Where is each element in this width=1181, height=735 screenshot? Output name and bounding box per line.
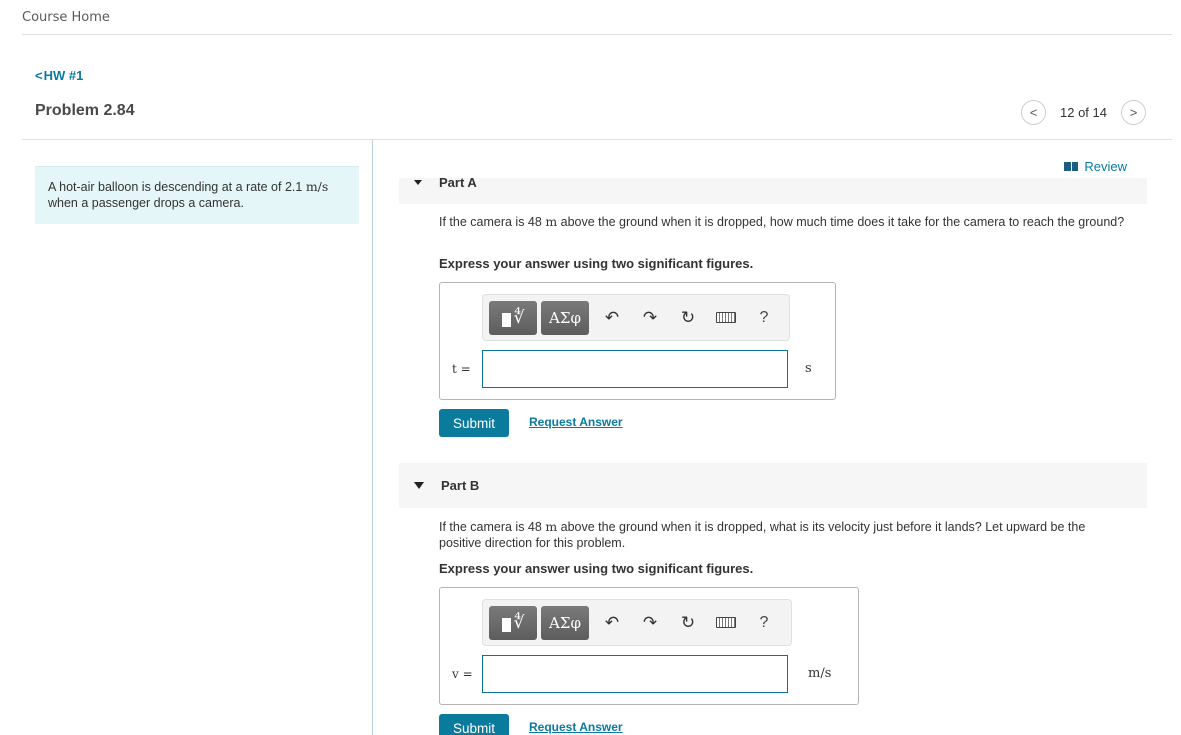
answer-unit: s <box>805 361 812 376</box>
keyboard-icon <box>716 617 736 628</box>
undo-icon: ↶ <box>604 612 620 632</box>
root-icon: ∜ <box>513 612 525 633</box>
part-b-answer-box: ∜ ΑΣφ ↶ ↷ ↻ ? v = m/s <box>439 587 859 705</box>
question-unit: m <box>545 214 558 229</box>
review-link[interactable]: Review <box>1064 159 1127 174</box>
problem-pager: < 12 of 14 > <box>1021 100 1146 125</box>
part-b-request-answer-link[interactable]: Request Answer <box>529 720 623 734</box>
redo-icon: ↷ <box>642 307 658 327</box>
back-to-assignment-link[interactable]: < HW #1 <box>35 68 83 83</box>
reset-button[interactable]: ↻ <box>669 301 707 335</box>
block-icon <box>501 312 511 327</box>
help-button[interactable]: ? <box>745 301 783 335</box>
keyboard-icon <box>716 312 736 323</box>
next-problem-button[interactable]: > <box>1121 100 1146 125</box>
part-b-submit-button[interactable]: Submit <box>439 714 509 735</box>
part-b-header[interactable]: Part B <box>399 463 1147 508</box>
divider <box>22 34 1172 35</box>
root-icon: ∜ <box>513 307 525 328</box>
book-icon <box>1064 162 1079 171</box>
redo-icon: ↷ <box>642 612 658 632</box>
collapse-triangle-icon <box>414 482 424 489</box>
part-a-header[interactable]: Part A <box>399 178 1147 204</box>
question-text: If the camera is 48 <box>439 520 546 534</box>
help-button[interactable]: ? <box>745 606 783 640</box>
part-a-answer-box: ∜ ΑΣφ ↶ ↷ ↻ ? t = s <box>439 282 836 400</box>
back-link-label: HW #1 <box>43 68 84 83</box>
block-icon <box>501 617 511 632</box>
symbols-button[interactable]: ΑΣφ <box>541 300 589 335</box>
math-toolbar: ∜ ΑΣφ ↶ ↷ ↻ ? <box>482 294 790 341</box>
intro-unit: m/s <box>305 179 329 194</box>
review-label: Review <box>1084 159 1127 174</box>
redo-button[interactable]: ↷ <box>631 606 669 640</box>
variable-label: v = <box>452 667 473 681</box>
intro-text-continued: when a passenger drops a camera. <box>48 196 244 210</box>
divider <box>22 139 1172 140</box>
reset-icon: ↻ <box>680 307 696 327</box>
help-icon: ? <box>759 308 769 326</box>
part-a-question: If the camera is 48 m above the ground w… <box>439 214 1129 230</box>
undo-button[interactable]: ↶ <box>593 606 631 640</box>
part-a-label: Part A <box>439 178 477 190</box>
chevron-left-icon: < <box>1029 105 1038 120</box>
redo-button[interactable]: ↷ <box>631 301 669 335</box>
problem-title: Problem 2.84 <box>35 102 135 119</box>
problem-count: 12 of 14 <box>1060 105 1107 120</box>
keyboard-button[interactable] <box>707 606 745 640</box>
undo-button[interactable]: ↶ <box>593 301 631 335</box>
part-b-instruction: Express your answer using two significan… <box>439 561 754 576</box>
reset-button[interactable]: ↻ <box>669 606 707 640</box>
part-b-question: If the camera is 48 m above the ground w… <box>439 519 1129 551</box>
math-toolbar: ∜ ΑΣφ ↶ ↷ ↻ ? <box>482 599 792 646</box>
symbols-button[interactable]: ΑΣφ <box>541 605 589 640</box>
undo-icon: ↶ <box>604 307 620 327</box>
help-icon: ? <box>759 613 769 631</box>
intro-text: A hot-air balloon is descending at a rat… <box>48 180 306 194</box>
column-divider <box>372 140 373 735</box>
answer-unit: m/s <box>808 666 832 681</box>
variable-label: t = <box>452 362 471 376</box>
part-a-answer-input[interactable] <box>482 350 788 388</box>
part-b-answer-input[interactable] <box>482 655 788 693</box>
reset-icon: ↻ <box>680 612 696 632</box>
course-home-link[interactable]: Course Home <box>22 10 110 25</box>
part-a-instruction: Express your answer using two significan… <box>439 256 754 271</box>
part-a-request-answer-link[interactable]: Request Answer <box>529 415 623 429</box>
question-text: If the camera is 48 <box>439 215 546 229</box>
question-text-continued: above the ground when it is dropped, how… <box>557 215 1125 229</box>
chevron-left-icon: < <box>35 68 43 83</box>
chevron-right-icon: > <box>1129 105 1138 120</box>
keyboard-button[interactable] <box>707 301 745 335</box>
collapse-triangle-icon <box>414 179 422 185</box>
templates-button[interactable]: ∜ <box>489 605 537 640</box>
templates-button[interactable]: ∜ <box>489 300 537 335</box>
part-b-label: Part B <box>441 478 480 493</box>
part-a-submit-button[interactable]: Submit <box>439 409 509 437</box>
question-unit: m <box>545 519 558 534</box>
previous-problem-button[interactable]: < <box>1021 100 1046 125</box>
problem-intro: A hot-air balloon is descending at a rat… <box>35 166 359 224</box>
